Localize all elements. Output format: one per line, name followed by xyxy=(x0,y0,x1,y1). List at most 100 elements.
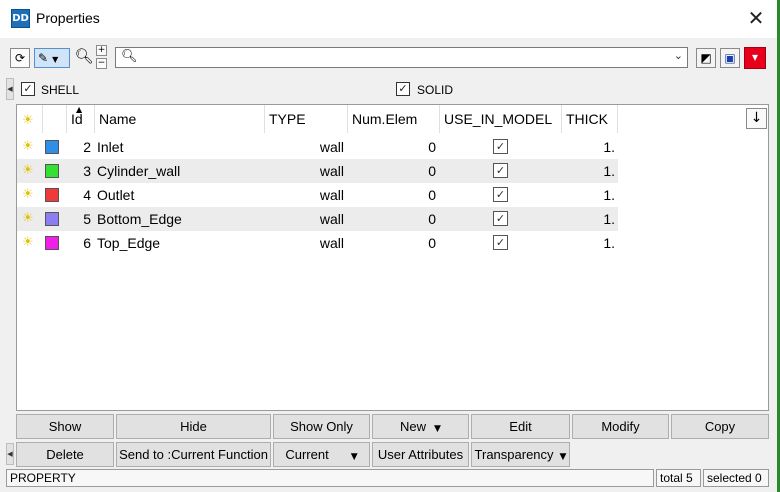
properties-window: DD Properties ✕ ⟳ ✎ ▼ 🔍︎ + − 🔍︎ ⌄ ◩ ▣ ▾ ◀… xyxy=(0,0,780,492)
column-header-thick[interactable]: THICK xyxy=(562,105,618,133)
table-row[interactable]: ☀ 6 Top_Edge wall 0 ✓ 1. xyxy=(17,231,618,255)
cell-id: 4 xyxy=(83,187,91,203)
visibility-bulb-icon[interactable]: ☀ xyxy=(22,135,34,159)
search-icon: 🔍︎ xyxy=(121,49,138,64)
hide-button[interactable]: Hide xyxy=(116,414,271,439)
cell-name: Top_Edge xyxy=(97,235,161,251)
color-swatch[interactable] xyxy=(45,140,59,154)
visibility-bulb-icon[interactable]: ☀ xyxy=(22,159,34,183)
zoom-icon[interactable]: 🔍︎ xyxy=(74,47,94,69)
collapse-left-icon[interactable]: ◀ xyxy=(6,78,14,100)
table-row[interactable]: ☀ 5 Bottom_Edge wall 0 ✓ 1. xyxy=(17,207,618,231)
table-row[interactable]: ☀ 4 Outlet wall 0 ✓ 1. xyxy=(17,183,618,207)
shell-label: SHELL xyxy=(41,83,80,97)
new-button-label: New xyxy=(400,419,427,434)
visibility-bulb-icon[interactable]: ☀ xyxy=(22,207,34,231)
cell-num-elem: 0 xyxy=(428,235,436,251)
cell-name: Bottom_Edge xyxy=(97,211,182,227)
sort-ascending-icon: ▲ xyxy=(76,105,83,114)
cell-type: wall xyxy=(319,139,344,155)
use-in-model-checkbox[interactable]: ✓ xyxy=(493,139,508,154)
collapse-left-icon[interactable]: ◀ xyxy=(6,443,14,465)
transparency-button-label: Transparency xyxy=(474,447,554,462)
search-dropdown-icon[interactable]: ⌄ xyxy=(674,49,683,62)
color-pick-icon[interactable]: ▾ xyxy=(744,47,766,69)
cell-name: Outlet xyxy=(97,187,135,203)
use-in-model-checkbox[interactable]: ✓ xyxy=(493,187,508,202)
current-button[interactable]: Current ▼ xyxy=(273,442,370,467)
cell-thick: 1. xyxy=(603,187,615,203)
use-in-model-checkbox[interactable]: ✓ xyxy=(493,163,508,178)
color-swatch[interactable] xyxy=(45,188,59,202)
user-attributes-button[interactable]: User Attributes xyxy=(372,442,469,467)
current-button-label: Current xyxy=(285,447,329,462)
cell-id: 6 xyxy=(83,235,91,251)
show-button[interactable]: Show xyxy=(16,414,114,439)
color-column-header[interactable] xyxy=(43,105,67,133)
search-field[interactable]: 🔍︎ ⌄ xyxy=(115,47,688,68)
solid-checkbox[interactable]: ✓ xyxy=(396,82,410,96)
cell-thick: 1. xyxy=(603,211,615,227)
column-header-name[interactable]: Name xyxy=(95,105,265,133)
scroll-down-arrow-icon[interactable]: ↓ xyxy=(746,108,767,129)
visibility-bulb-icon[interactable]: ☀ xyxy=(22,183,34,207)
color-swatch[interactable] xyxy=(45,212,59,226)
cell-type: wall xyxy=(319,235,344,251)
solid-label: SOLID xyxy=(417,83,454,97)
cell-type: wall xyxy=(319,187,344,203)
color-swatch[interactable] xyxy=(45,236,59,250)
cell-thick: 1. xyxy=(603,163,615,179)
cell-type: wall xyxy=(319,163,344,179)
cell-id: 2 xyxy=(83,139,91,155)
dropdown-arrow-icon: ▼ xyxy=(350,452,358,462)
cell-name: Inlet xyxy=(97,139,124,155)
show-only-button[interactable]: Show Only xyxy=(273,414,370,439)
title-bar: DD Properties ✕ xyxy=(0,0,777,38)
table-row[interactable]: ☀ 3 Cylinder_wall wall 0 ✓ 1. xyxy=(17,159,618,183)
dropdown-arrow-icon: ▼ xyxy=(559,452,567,462)
send-to-current-function-button[interactable]: Send to :Current Function xyxy=(116,442,271,467)
status-selected: selected 0 xyxy=(703,469,769,487)
new-button[interactable]: New ▼ xyxy=(372,414,469,439)
use-in-model-checkbox[interactable]: ✓ xyxy=(493,235,508,250)
edit-doc-icon[interactable]: ◩ xyxy=(696,48,716,68)
cell-id: 5 xyxy=(83,211,91,227)
search-input[interactable] xyxy=(140,49,660,66)
cell-thick: 1. xyxy=(603,139,615,155)
shell-checkbox[interactable]: ✓ xyxy=(21,82,35,96)
zoom-out-icon[interactable]: − xyxy=(96,58,107,69)
dropdown-arrow-icon: ▼ xyxy=(434,424,441,434)
lightbulb-icon: ☀ xyxy=(22,113,34,128)
column-header-type[interactable]: TYPE xyxy=(265,105,348,133)
visibility-column-header[interactable]: ☀ xyxy=(17,105,43,133)
table-row[interactable]: ☀ 2 Inlet wall 0 ✓ 1. xyxy=(17,135,618,159)
status-entity: PROPERTY xyxy=(6,469,654,487)
properties-table: ☀ Id ▲ Name TYPE Num.Elem USE_IN_MODEL T… xyxy=(16,104,769,411)
transparency-button[interactable]: Transparency ▼ xyxy=(471,442,570,467)
refresh-icon[interactable]: ⟳ xyxy=(10,48,30,68)
app-logo-icon: DD xyxy=(11,9,30,28)
visibility-bulb-icon[interactable]: ☀ xyxy=(22,231,34,255)
color-swatch[interactable] xyxy=(45,164,59,178)
cell-num-elem: 0 xyxy=(428,163,436,179)
edit-button[interactable]: Edit xyxy=(471,414,570,439)
cell-num-elem: 0 xyxy=(428,187,436,203)
column-header-num-elem[interactable]: Num.Elem xyxy=(348,105,440,133)
copy-button[interactable]: Copy xyxy=(671,414,769,439)
cell-num-elem: 0 xyxy=(428,139,436,155)
cell-id: 3 xyxy=(83,163,91,179)
window-title: Properties xyxy=(36,10,100,26)
delete-button[interactable]: Delete xyxy=(16,442,114,467)
modify-button[interactable]: Modify xyxy=(572,414,669,439)
column-header-use-in-model[interactable]: USE_IN_MODEL xyxy=(440,105,562,133)
cell-name: Cylinder_wall xyxy=(97,163,181,179)
cell-num-elem: 0 xyxy=(428,211,436,227)
cell-type: wall xyxy=(319,211,344,227)
cell-thick: 1. xyxy=(603,235,615,251)
status-total: total 5 xyxy=(656,469,701,487)
close-button[interactable]: ✕ xyxy=(742,6,770,32)
zoom-in-icon[interactable]: + xyxy=(96,45,107,56)
highlight-dropdown-icon[interactable]: ✎ ▼ xyxy=(34,48,70,68)
use-in-model-checkbox[interactable]: ✓ xyxy=(493,211,508,226)
save-icon[interactable]: ▣ xyxy=(720,48,740,68)
